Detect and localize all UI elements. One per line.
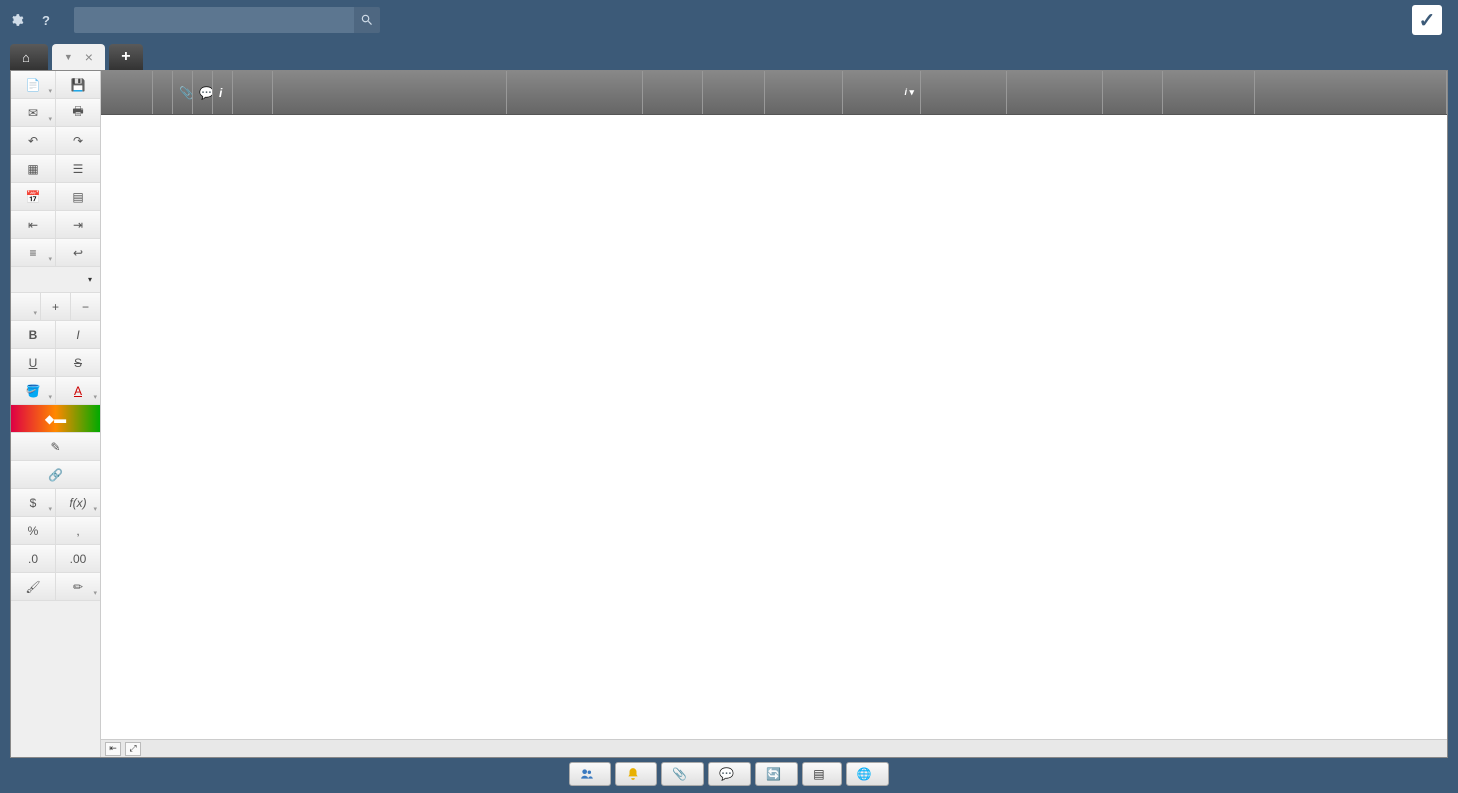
globe-icon: 🌐	[857, 767, 872, 781]
link-button[interactable]: 🔗	[11, 461, 100, 488]
close-icon[interactable]: ×	[85, 49, 93, 65]
align-button[interactable]: ≡▾	[11, 239, 56, 266]
comments-col-header[interactable]	[1255, 71, 1447, 114]
update-requests-button[interactable]: 🔄	[755, 762, 798, 786]
search-icon	[360, 13, 374, 27]
sprint-col-header[interactable]	[1103, 71, 1163, 114]
highlight-button[interactable]: ✎	[11, 433, 100, 460]
assigned-col-header[interactable]	[1163, 71, 1255, 114]
people-icon	[580, 767, 594, 781]
font-inc-button[interactable]: +	[41, 293, 71, 320]
info-icon: i	[219, 86, 222, 100]
feature-type-col-header[interactable]	[507, 71, 643, 114]
home-tab[interactable]: ⌂	[10, 44, 48, 70]
clear-format-button[interactable]: ✏▾	[56, 573, 100, 600]
plus-icon: +	[121, 48, 130, 66]
form-icon: ▤	[813, 767, 824, 781]
logo-checkmark-icon: ✓	[1412, 5, 1442, 35]
outdent-button[interactable]: ⇤	[11, 211, 56, 238]
refresh-icon: 🔄	[766, 767, 781, 781]
redo-button[interactable]: ↷	[56, 127, 100, 154]
wrap-button[interactable]: ↩	[56, 239, 100, 266]
font-size-select[interactable]: ▾	[11, 293, 41, 320]
search-input[interactable]	[74, 7, 354, 33]
print-button[interactable]: 🖶	[56, 99, 100, 126]
calendar-view-button[interactable]: 📅	[11, 183, 56, 210]
gear-icon	[10, 13, 24, 27]
thousands-button[interactable]: ,	[56, 517, 100, 544]
attach-col-header[interactable]: 📎	[173, 71, 193, 114]
duration-col-header[interactable]	[703, 71, 765, 114]
account-link[interactable]	[10, 13, 28, 27]
add-tab-button[interactable]: +	[109, 44, 143, 70]
brand-logo: ✓	[1412, 5, 1448, 35]
card-view-button[interactable]: ▤	[56, 183, 100, 210]
undo-button[interactable]: ↶	[11, 127, 56, 154]
info-col-header[interactable]: i	[213, 71, 233, 114]
start-col-header[interactable]	[765, 71, 843, 114]
sharing-button[interactable]	[569, 762, 611, 786]
sheet-grid: 📎 💬 i i ▾ ⇤ ⤢	[101, 71, 1447, 757]
font-dec-button[interactable]: −	[71, 293, 100, 320]
mail-button[interactable]: ✉▾	[11, 99, 56, 126]
status-col-header[interactable]	[921, 71, 1007, 114]
tab-menu-icon[interactable]: ▼	[64, 52, 73, 62]
paperclip-icon: 📎	[179, 86, 193, 100]
help-link[interactable]: ?	[42, 13, 54, 28]
column-header-row: 📎 💬 i i ▾	[101, 71, 1447, 115]
dec-decrease-button[interactable]: .0	[11, 545, 56, 572]
publish-button[interactable]: 🌐	[846, 762, 889, 786]
format-painter-button[interactable]: 🖌	[11, 573, 56, 600]
grid-footer: ⇤ ⤢	[101, 739, 1447, 757]
primary-col-header[interactable]	[153, 71, 173, 114]
left-toolbar: 📄▾💾 ✉▾🖶 ↶↷ ▦☰ 📅▤ ⇤⇥ ≡▾↩ ▾ ▾+− BI US 🪣▾A▾…	[11, 71, 101, 757]
grid-view-button[interactable]: ▦	[11, 155, 56, 182]
sheet-tab[interactable]: ▼×	[52, 44, 105, 70]
comments-button[interactable]: 💬	[708, 762, 751, 786]
web-forms-button[interactable]: ▤	[802, 762, 841, 786]
bell-icon	[626, 767, 640, 781]
help-icon: ?	[42, 13, 50, 28]
bold-button[interactable]: B	[11, 321, 56, 348]
row-number-header[interactable]	[101, 71, 153, 114]
discuss-col-header[interactable]: 💬	[193, 71, 213, 114]
underline-button[interactable]: U	[11, 349, 56, 376]
font-select[interactable]: ▾	[15, 275, 96, 284]
save-button[interactable]: 💾	[56, 71, 100, 98]
expand-all-button[interactable]: ⤢	[125, 742, 141, 756]
story-points-col-header[interactable]	[643, 71, 703, 114]
new-button[interactable]: 📄▾	[11, 71, 56, 98]
indent-button[interactable]: ⇥	[56, 211, 100, 238]
strike-button[interactable]: S	[56, 349, 100, 376]
home-icon: ⌂	[22, 50, 30, 65]
atrisk-col-header[interactable]	[233, 71, 273, 114]
gantt-view-button[interactable]: ☰	[56, 155, 100, 182]
comment-icon: 💬	[199, 86, 213, 100]
task-col-header[interactable]	[273, 71, 507, 114]
fill-color-button[interactable]: 🪣▾	[11, 377, 56, 404]
comment-icon: 💬	[719, 767, 734, 781]
finish-col-header[interactable]: i ▾	[843, 71, 921, 114]
dec-increase-button[interactable]: .00	[56, 545, 100, 572]
text-color-button[interactable]: A▾	[56, 377, 100, 404]
italic-button[interactable]: I	[56, 321, 100, 348]
alerts-button[interactable]	[615, 762, 657, 786]
search-button[interactable]	[354, 7, 380, 33]
attachments-button[interactable]: 📎	[661, 762, 704, 786]
paperclip-icon: 📎	[672, 767, 687, 781]
predecessors-col-header[interactable]	[1007, 71, 1103, 114]
percent-button[interactable]: %	[11, 517, 56, 544]
currency-button[interactable]: $▾	[11, 489, 56, 516]
formula-button[interactable]: f(x)▾	[56, 489, 100, 516]
conditional-format-button[interactable]: ◆▬	[11, 405, 100, 432]
collapse-all-button[interactable]: ⇤	[105, 742, 121, 756]
